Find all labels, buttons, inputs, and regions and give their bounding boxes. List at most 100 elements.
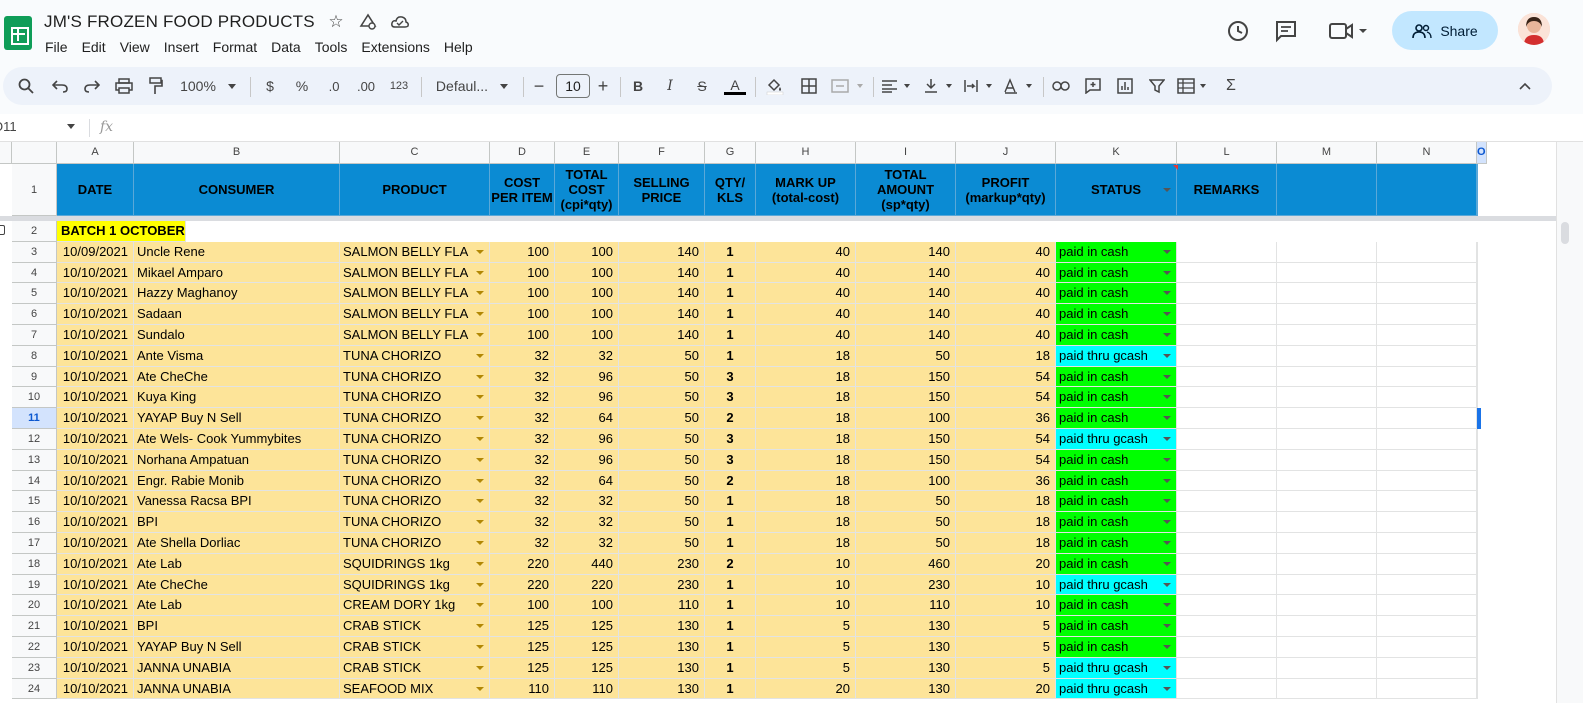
- cell-markup[interactable]: 40: [756, 283, 856, 305]
- italic-button[interactable]: I: [659, 67, 681, 105]
- cell-qty[interactable]: 1: [705, 657, 756, 679]
- undo-icon[interactable]: [49, 67, 71, 105]
- empty-cell[interactable]: [1277, 637, 1377, 658]
- cell-qty[interactable]: 1: [705, 512, 756, 533]
- empty-cell[interactable]: [1477, 533, 1478, 554]
- cell-date[interactable]: 10/10/2021: [57, 283, 134, 305]
- empty-cell[interactable]: [1377, 533, 1477, 554]
- cell-consumer[interactable]: Ante Visma: [134, 345, 340, 367]
- cell-product[interactable]: TUNA CHORIZO: [340, 491, 490, 513]
- cell-total_cost[interactable]: 32: [555, 512, 619, 533]
- cell-product[interactable]: CRAB STICK: [340, 637, 490, 658]
- cell-amount[interactable]: 150: [856, 449, 956, 471]
- dropdown-chevron-icon[interactable]: [1163, 291, 1171, 296]
- cell-consumer[interactable]: Ate CheChe: [134, 366, 340, 388]
- insert-chart-icon[interactable]: [1113, 67, 1137, 105]
- cell-cost[interactable]: 220: [490, 574, 555, 596]
- cell-price[interactable]: 130: [619, 678, 705, 700]
- row-header-11[interactable]: 11: [12, 408, 57, 429]
- dropdown-chevron-icon[interactable]: [476, 686, 484, 691]
- cell-consumer[interactable]: YAYAP Buy N Sell: [134, 637, 340, 658]
- empty-cell[interactable]: [1277, 512, 1377, 533]
- cell-profit[interactable]: 5: [956, 637, 1056, 658]
- cell-price[interactable]: 130: [619, 616, 705, 637]
- cell-status[interactable]: paid in cash: [1056, 637, 1177, 658]
- name-box[interactable]: O11: [0, 119, 75, 134]
- cell-price[interactable]: 140: [619, 325, 705, 346]
- horizontal-align-icon[interactable]: [879, 67, 915, 105]
- empty-cell[interactable]: [1277, 616, 1377, 637]
- cell-status[interactable]: paid in cash: [1056, 262, 1177, 284]
- cell-profit[interactable]: 20: [956, 553, 1056, 575]
- cell-date[interactable]: 10/10/2021: [57, 678, 134, 700]
- dropdown-chevron-icon[interactable]: [476, 582, 484, 587]
- cell-profit[interactable]: 40: [956, 241, 1056, 263]
- more-formats-button[interactable]: 123: [385, 67, 413, 105]
- cell-status[interactable]: paid in cash: [1056, 366, 1177, 388]
- empty-cell[interactable]: [1377, 366, 1477, 388]
- dropdown-chevron-icon[interactable]: [476, 333, 484, 337]
- cell-qty[interactable]: 2: [705, 553, 756, 575]
- cell-product[interactable]: CRAB STICK: [340, 616, 490, 637]
- cell-markup[interactable]: 40: [756, 262, 856, 284]
- comments-icon[interactable]: [1273, 18, 1299, 44]
- format-percent-button[interactable]: %: [291, 67, 313, 105]
- empty-cell[interactable]: [1277, 366, 1377, 388]
- empty-cell[interactable]: [1477, 637, 1478, 658]
- cell-qty[interactable]: 1: [705, 283, 756, 305]
- text-color-button[interactable]: A: [723, 67, 747, 105]
- cell-profit[interactable]: 5: [956, 616, 1056, 637]
- cell-amount[interactable]: 150: [856, 366, 956, 388]
- cell-qty[interactable]: 3: [705, 387, 756, 409]
- cell-profit[interactable]: 18: [956, 345, 1056, 367]
- cell-total_cost[interactable]: 32: [555, 533, 619, 554]
- cell-qty[interactable]: 1: [705, 595, 756, 617]
- fill-color-icon[interactable]: [763, 67, 787, 105]
- cell-amount[interactable]: 100: [856, 408, 956, 429]
- empty-cell[interactable]: [1377, 408, 1477, 429]
- cell-cost[interactable]: 32: [490, 345, 555, 367]
- cell-consumer[interactable]: Hazzy Maghanoy: [134, 283, 340, 305]
- empty-cell[interactable]: [1477, 616, 1478, 637]
- decrease-decimal-button[interactable]: .0: [321, 67, 347, 105]
- cell-consumer[interactable]: Norhana Ampatuan: [134, 449, 340, 471]
- empty-cell[interactable]: [1477, 429, 1478, 450]
- cell-price[interactable]: 140: [619, 283, 705, 305]
- dropdown-chevron-icon[interactable]: [1163, 520, 1171, 525]
- row-header-18[interactable]: 18: [12, 553, 57, 575]
- cell-amount[interactable]: 140: [856, 325, 956, 346]
- empty-cell[interactable]: [1477, 470, 1478, 492]
- empty-cell[interactable]: [1477, 657, 1478, 679]
- cell-cost[interactable]: 32: [490, 512, 555, 533]
- cell-amount[interactable]: 130: [856, 616, 956, 637]
- dropdown-chevron-icon[interactable]: [1163, 457, 1171, 462]
- empty-cell[interactable]: [1477, 366, 1478, 388]
- cell-qty[interactable]: 1: [705, 616, 756, 637]
- header-empty-cell[interactable]: [1477, 164, 1478, 216]
- empty-cell[interactable]: [1277, 595, 1377, 617]
- cell-profit[interactable]: 40: [956, 304, 1056, 325]
- empty-cell[interactable]: [1177, 366, 1277, 388]
- dropdown-chevron-icon[interactable]: [476, 603, 484, 608]
- cloud-saved-icon[interactable]: [390, 12, 410, 32]
- cell-total_cost[interactable]: 100: [555, 325, 619, 346]
- empty-cell[interactable]: [1177, 408, 1277, 429]
- cell-qty[interactable]: 1: [705, 262, 756, 284]
- cell-status[interactable]: paid in cash: [1056, 241, 1177, 263]
- dropdown-chevron-icon[interactable]: [1163, 582, 1171, 587]
- empty-cell[interactable]: [1477, 574, 1478, 596]
- row-header-22[interactable]: 22: [12, 637, 57, 658]
- empty-cell[interactable]: [1177, 262, 1277, 284]
- sheets-logo-icon[interactable]: [4, 16, 32, 50]
- cell-total_cost[interactable]: 100: [555, 262, 619, 284]
- cell-profit[interactable]: 18: [956, 533, 1056, 554]
- cell-consumer[interactable]: Uncle Rene: [134, 241, 340, 263]
- cell-profit[interactable]: 40: [956, 283, 1056, 305]
- cell-amount[interactable]: 110: [856, 595, 956, 617]
- meet-video-icon[interactable]: [1327, 18, 1373, 44]
- empty-cell[interactable]: [1477, 283, 1478, 305]
- menu-file[interactable]: File: [44, 38, 75, 56]
- cell-cost[interactable]: 32: [490, 470, 555, 492]
- cell-price[interactable]: 50: [619, 449, 705, 471]
- dropdown-chevron-icon[interactable]: [1163, 645, 1171, 649]
